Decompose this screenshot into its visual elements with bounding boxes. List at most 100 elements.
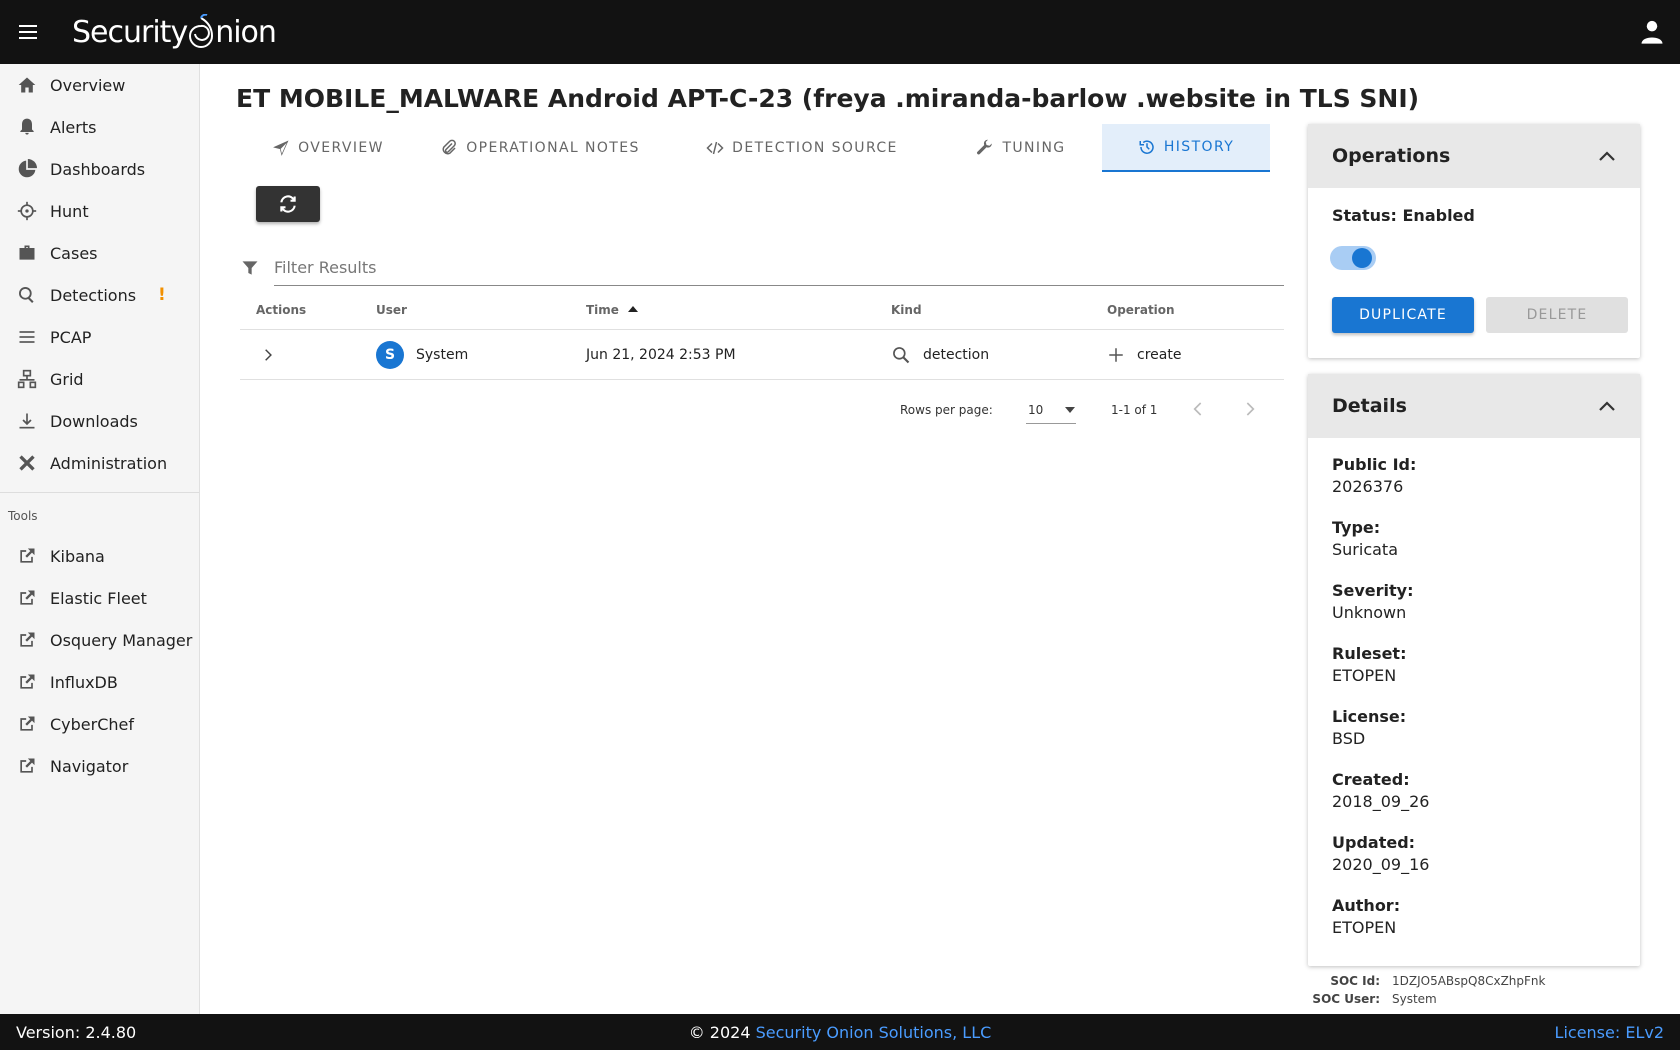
- column-header-kind[interactable]: Kind: [875, 303, 1091, 317]
- network-icon: [16, 368, 38, 390]
- detail-updated: Updated: 2020_09_16: [1332, 832, 1616, 876]
- tab-tuning[interactable]: TUNING: [940, 124, 1102, 172]
- sidebar-item-grid[interactable]: Grid: [0, 358, 199, 400]
- send-icon: [273, 140, 289, 156]
- sidebar-item-dashboards[interactable]: Dashboards: [0, 148, 199, 190]
- soc-id-value: 1DZJO5ABspQ8CxZhpFnk: [1392, 974, 1546, 988]
- operation-label: create: [1137, 346, 1182, 363]
- chevron-left-icon[interactable]: [1190, 401, 1206, 420]
- sidebar-item-detections[interactable]: Detections !: [0, 274, 199, 316]
- row-kind: detection: [875, 345, 1091, 365]
- plus-icon: [1109, 347, 1123, 362]
- account-icon[interactable]: [1638, 18, 1666, 46]
- copyright: © 2024 Security Onion Solutions, LLC: [0, 1023, 1680, 1042]
- sidebar-item-label: Grid: [50, 369, 84, 389]
- detail-label: Updated:: [1332, 833, 1416, 852]
- tab-history[interactable]: HISTORY: [1102, 124, 1270, 172]
- table-pagination: Rows per page: 10 1-1 of 1: [240, 390, 1284, 430]
- refresh-icon: [280, 195, 296, 213]
- tab-detection-source[interactable]: DETECTION SOURCE: [664, 124, 940, 172]
- external-link-icon: [16, 713, 38, 735]
- code-icon: [706, 141, 724, 155]
- sidebar-item-hunt[interactable]: Hunt: [0, 190, 199, 232]
- sort-ascending-icon: [628, 305, 639, 312]
- sidebar-item-label: Dashboards: [50, 159, 146, 179]
- sidebar-item-overview[interactable]: Overview: [0, 64, 199, 106]
- details-header[interactable]: Details: [1308, 374, 1640, 438]
- detail-public-id: Public Id: 2026376: [1332, 454, 1616, 498]
- tab-overview[interactable]: OVERVIEW: [240, 124, 416, 172]
- tool-influxdb[interactable]: InfluxDB: [0, 661, 199, 703]
- page-title: ET MOBILE_MALWARE Android APT-C-23 (frey…: [236, 84, 1420, 113]
- detail-value: BSD: [1332, 729, 1366, 748]
- chevron-right-icon[interactable]: [256, 343, 280, 367]
- row-actions: [240, 343, 360, 367]
- bell-icon: [16, 116, 38, 138]
- column-header-operation[interactable]: Operation: [1091, 303, 1284, 317]
- details-title: Details: [1332, 395, 1407, 417]
- sidebar-item-administration[interactable]: Administration: [0, 442, 199, 484]
- row-operation: create: [1091, 346, 1284, 364]
- tools-icon: [16, 452, 38, 474]
- detail-value: 2020_09_16: [1332, 855, 1430, 874]
- tab-operational-notes[interactable]: OPERATIONAL NOTES: [416, 124, 664, 172]
- tab-label: OPERATIONAL NOTES: [466, 140, 640, 156]
- caret-down-icon: [1065, 406, 1075, 413]
- filter-icon: [240, 258, 264, 278]
- wrench-icon: [977, 139, 993, 155]
- license-link[interactable]: License: ELv2: [1555, 1023, 1664, 1042]
- chevron-up-icon: [1599, 151, 1615, 161]
- soc-id-label: SOC Id:: [1330, 974, 1380, 988]
- column-header-actions: Actions: [256, 302, 307, 317]
- page-range: 1-1 of 1: [1111, 403, 1158, 417]
- kind-label: detection: [923, 346, 990, 363]
- refresh-button[interactable]: [256, 186, 320, 222]
- detail-ruleset: Ruleset: ETOPEN: [1332, 643, 1616, 687]
- detail-value: ETOPEN: [1332, 918, 1397, 937]
- details-card: Details Public Id: 2026376 Type: Suricat…: [1308, 374, 1640, 966]
- history-table: Actions User Time Kind Operation S Syste…: [240, 290, 1284, 380]
- external-link-icon: [16, 629, 38, 651]
- enabled-toggle[interactable]: [1328, 243, 1378, 273]
- chevron-right-icon[interactable]: [1242, 401, 1258, 420]
- detection-tabs: OVERVIEW OPERATIONAL NOTES DETECTION SOU…: [240, 124, 1284, 172]
- tool-label: CyberChef: [50, 714, 135, 734]
- delete-button[interactable]: DELETE: [1486, 297, 1628, 333]
- duplicate-button[interactable]: DUPLICATE: [1332, 297, 1474, 333]
- column-header-time[interactable]: Time: [570, 303, 875, 317]
- sidebar-item-alerts[interactable]: Alerts: [0, 106, 199, 148]
- table-header: Actions User Time Kind Operation: [240, 290, 1284, 330]
- home-icon: [16, 74, 38, 96]
- tool-elastic-fleet[interactable]: Elastic Fleet: [0, 577, 199, 619]
- column-header-user[interactable]: User: [360, 303, 570, 317]
- tool-osquery-manager[interactable]: Osquery Manager: [0, 619, 199, 661]
- sidebar-item-pcap[interactable]: PCAP: [0, 316, 199, 358]
- sidebar-item-label: Detections: [50, 285, 137, 305]
- operations-header[interactable]: Operations: [1308, 124, 1640, 188]
- tab-label: HISTORY: [1163, 139, 1235, 155]
- tool-kibana[interactable]: Kibana: [0, 535, 199, 577]
- external-link-icon: [16, 545, 38, 567]
- tool-label: InfluxDB: [50, 672, 118, 692]
- soc-metadata: SOC Id: 1DZJO5ABspQ8CxZhpFnk SOC User: S…: [1308, 972, 1546, 1008]
- detail-license: License: BSD: [1332, 706, 1616, 750]
- detail-type: Type: Suricata: [1332, 517, 1616, 561]
- rows-per-page-select[interactable]: 10: [1026, 396, 1076, 424]
- app-logo[interactable]: Security nion: [72, 14, 277, 50]
- tool-navigator[interactable]: Navigator: [0, 745, 199, 787]
- sidebar-item-downloads[interactable]: Downloads: [0, 400, 199, 442]
- warning-indicator: !: [158, 285, 166, 305]
- sidebar-divider: [0, 492, 199, 493]
- soc-user-value: System: [1392, 992, 1437, 1006]
- sidebar: Overview Alerts Dashboards Hunt Cases De…: [0, 64, 200, 1014]
- detail-label: Created:: [1332, 770, 1410, 789]
- company-link[interactable]: Security Onion Solutions, LLC: [756, 1023, 992, 1042]
- table-row: S System Jun 21, 2024 2:53 PM detection …: [240, 330, 1284, 380]
- sidebar-item-label: Alerts: [50, 117, 97, 137]
- tool-cyberchef[interactable]: CyberChef: [0, 703, 199, 745]
- sidebar-item-cases[interactable]: Cases: [0, 232, 199, 274]
- filter-input[interactable]: [274, 250, 1284, 286]
- tools-header: Tools: [8, 509, 38, 523]
- user-name: System: [416, 346, 469, 363]
- menu-icon[interactable]: [0, 0, 56, 64]
